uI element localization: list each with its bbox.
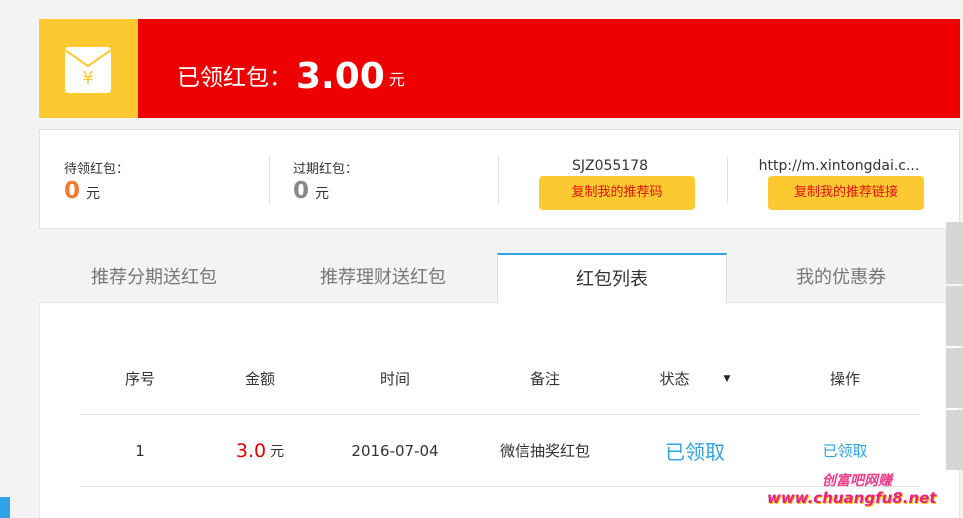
side-float-button[interactable] [946, 286, 963, 346]
side-float-button[interactable] [946, 348, 963, 408]
svg-text:¥: ¥ [82, 68, 93, 89]
tab-bar: 推荐分期送红包 推荐理财送红包 红包列表 我的优惠券 [39, 253, 960, 304]
divider [727, 156, 728, 204]
row-amount: 3.0 元 [200, 415, 320, 486]
expired-label: 过期红包： [293, 162, 359, 177]
header-index: 序号 [124, 370, 155, 388]
side-float-button[interactable] [946, 222, 963, 284]
header-status-filter[interactable]: 状态 ▼ [620, 343, 770, 414]
redpacket-table: 序号 金额 时间 备注 状态 ▼ 操作 1 3.0 元 2016-07-04 微信… [80, 343, 921, 487]
row-action-link[interactable]: 已领取 [822, 440, 867, 461]
dropdown-caret-icon[interactable]: ▼ [724, 374, 731, 384]
tab-installment-referral[interactable]: 推荐分期送红包 [39, 253, 269, 303]
row-index: 1 [135, 441, 145, 460]
pending-label: 待领红包： [64, 162, 130, 177]
pending-value: 0 [64, 178, 81, 204]
header-amount: 金额 [244, 370, 275, 388]
received-unit: 元 [388, 70, 405, 89]
row-note: 微信抽奖红包 [499, 442, 590, 460]
referral-code-block: SJZ055178 复制我的推荐码 [505, 130, 715, 228]
received-banner: ¥ 已领红包： 3.00 元 [39, 19, 960, 118]
referral-code: SJZ055178 [571, 158, 649, 174]
expired-stat: 过期红包： 0元 [269, 130, 498, 228]
watermark-text: 创富吧网赚 [822, 473, 892, 489]
header-status: 状态 [659, 370, 690, 388]
received-label: 已领红包： [177, 65, 292, 91]
received-amount: 3.00 [296, 56, 385, 97]
pending-stat: 待领红包： 0元 [40, 130, 269, 228]
received-total: 已领红包： 3.00 元 [177, 53, 405, 97]
row-amount-value: 3.0 [235, 439, 267, 462]
table-header: 序号 金额 时间 备注 状态 ▼ 操作 [80, 343, 921, 415]
header-time: 时间 [379, 370, 410, 388]
header-note: 备注 [529, 370, 560, 388]
left-edge-strip [0, 497, 10, 518]
table-row: 1 3.0 元 2016-07-04 微信抽奖红包 已领取 已领取 [80, 415, 921, 487]
divider [498, 156, 499, 204]
envelope-icon-box: ¥ [39, 19, 138, 118]
tab-my-coupons[interactable]: 我的优惠券 [726, 253, 956, 303]
watermark-url: www.chuangfu8.net [767, 489, 937, 507]
expired-value: 0 [293, 178, 310, 204]
referral-link: http://m.xintongdai.c... [758, 158, 920, 174]
tab-investment-referral[interactable]: 推荐理财送红包 [268, 253, 498, 303]
red-envelope-icon: ¥ [64, 47, 112, 93]
expired-unit: 元 [315, 186, 330, 202]
header-action: 操作 [829, 370, 860, 388]
copy-referral-link-button[interactable]: 复制我的推荐链接 [768, 176, 924, 210]
side-float-button[interactable] [946, 410, 963, 470]
row-status-text: 已领取 [665, 440, 725, 464]
referral-link-block: http://m.xintongdai.c... 复制我的推荐链接 [734, 130, 944, 228]
row-amount-unit: 元 [270, 443, 285, 460]
tab-redpacket-list[interactable]: 红包列表 [497, 253, 727, 304]
stats-panel: 待领红包： 0元 过期红包： 0元 SJZ055178 复制我的推荐码 http… [39, 129, 960, 229]
row-time: 2016-07-04 [351, 441, 439, 460]
pending-unit: 元 [86, 186, 101, 202]
copy-referral-code-button[interactable]: 复制我的推荐码 [539, 176, 695, 210]
row-status: 已领取 [620, 415, 770, 486]
